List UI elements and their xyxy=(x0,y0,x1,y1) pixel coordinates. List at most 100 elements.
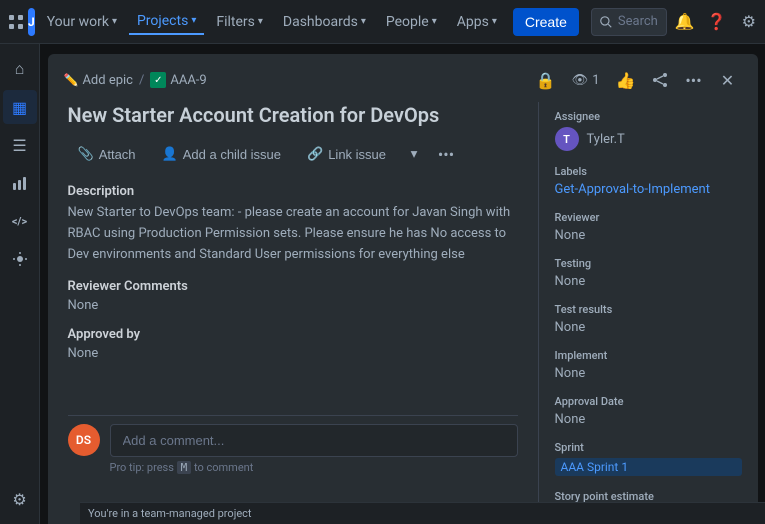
more-icon[interactable]: ••• xyxy=(680,66,708,94)
chevron-down-icon: ▾ xyxy=(191,15,196,26)
labels-field: Labels Get-Approval-to-Implement xyxy=(555,165,742,197)
testing-label: Testing xyxy=(555,257,742,270)
keyboard-shortcut: M xyxy=(177,461,192,474)
assignee-label: Assignee xyxy=(555,110,742,123)
implement-label: Implement xyxy=(555,349,742,362)
comment-input-wrap: Pro tip: press M to comment xyxy=(110,424,518,474)
approved-by-section: Approved by None xyxy=(68,327,518,361)
user-avatar: DS xyxy=(68,424,100,456)
sidebar-code-icon[interactable]: </> xyxy=(3,204,37,238)
app-logo[interactable]: J xyxy=(28,8,35,36)
ticket-type-icon: ✓ xyxy=(150,72,166,88)
grid-icon[interactable] xyxy=(8,8,24,36)
child-icon: 👤 xyxy=(162,146,178,162)
chevron-down-icon: ▾ xyxy=(361,16,366,27)
share-icon[interactable] xyxy=(646,66,674,94)
sidebar-reports-icon[interactable] xyxy=(3,166,37,200)
nav-your-work[interactable]: Your work ▾ xyxy=(39,10,125,34)
nav-dashboards[interactable]: Dashboards ▾ xyxy=(275,10,374,34)
chevron-down-icon: ▾ xyxy=(432,16,437,27)
issue-title: New Starter Account Creation for DevOps xyxy=(68,102,518,128)
reviewer-comments-section: Reviewer Comments None xyxy=(68,279,518,313)
left-panel: New Starter Account Creation for DevOps … xyxy=(48,102,538,524)
search-bar[interactable]: Search xyxy=(591,8,667,36)
approval-date-label: Approval Date xyxy=(555,395,742,408)
modal-topbar: ✏️ Add epic / ✓ AAA-9 🔒 👁 1 👍 xyxy=(48,54,758,102)
approved-by-value: None xyxy=(68,346,518,361)
reviewer-label: Reviewer xyxy=(555,211,742,224)
modal-actions: 🔒 👁 1 👍 ••• ✕ xyxy=(532,66,742,94)
toolbar: 📎 Attach 👤 Add a child issue 🔗 Link issu… xyxy=(68,140,518,168)
top-navigation: J Your work ▾ Projects ▾ Filters ▾ Dashb… xyxy=(0,0,765,44)
sidebar-deploy-icon[interactable] xyxy=(3,242,37,276)
assignee-avatar: T xyxy=(555,127,579,151)
chevron-down-icon: ▾ xyxy=(258,16,263,27)
comment-input[interactable] xyxy=(110,424,518,457)
breadcrumb: ✏️ Add epic / ✓ AAA-9 xyxy=(64,72,207,88)
labels-value[interactable]: Get-Approval-to-Implement xyxy=(555,182,742,197)
sidebar: ⌂ ▦ ☰ </> ⚙ xyxy=(0,44,40,524)
edit-icon: ✏️ xyxy=(64,73,79,87)
description-label: Description xyxy=(68,184,518,199)
lock-icon[interactable]: 🔒 xyxy=(532,66,560,94)
toolbar-more-button[interactable]: ••• xyxy=(432,140,460,168)
sidebar-board-icon[interactable]: ▦ xyxy=(3,90,37,124)
search-icon xyxy=(600,16,612,28)
add-child-issue-button[interactable]: 👤 Add a child issue xyxy=(152,141,291,167)
toolbar-dropdown-button[interactable]: ▾ xyxy=(402,142,426,166)
nav-projects[interactable]: Projects ▾ xyxy=(129,9,204,35)
reviewer-field: Reviewer None xyxy=(555,211,742,243)
sprint-label: Sprint xyxy=(555,441,742,454)
notifications-icon[interactable]: 🔔 xyxy=(671,8,699,36)
modal-overlay: ✏️ Add epic / ✓ AAA-9 🔒 👁 1 👍 xyxy=(40,44,765,524)
close-icon[interactable]: ✕ xyxy=(714,66,742,94)
reviewer-comments-value: None xyxy=(68,298,518,313)
testing-field: Testing None xyxy=(555,257,742,289)
comment-area: DS Pro tip: press M to comment xyxy=(68,415,518,478)
description-section: Description New Starter to DevOps team: … xyxy=(68,184,518,265)
main-content: ✏️ Add epic / ✓ AAA-9 🔒 👁 1 👍 xyxy=(40,44,765,524)
modal-body: New Starter Account Creation for DevOps … xyxy=(48,102,758,524)
sidebar-settings-icon[interactable]: ⚙ xyxy=(3,482,37,516)
implement-value: None xyxy=(555,366,742,381)
issue-modal: ✏️ Add epic / ✓ AAA-9 🔒 👁 1 👍 xyxy=(48,54,758,524)
link-issue-button[interactable]: 🔗 Link issue xyxy=(297,141,396,167)
attach-button[interactable]: 📎 Attach xyxy=(68,141,146,167)
nav-filters[interactable]: Filters ▾ xyxy=(208,10,271,34)
implement-field: Implement None xyxy=(555,349,742,381)
link-icon: 🔗 xyxy=(307,146,323,162)
add-epic-link[interactable]: ✏️ Add epic xyxy=(64,73,133,88)
watch-button[interactable]: 👁 1 xyxy=(566,71,606,90)
sidebar-home-icon[interactable]: ⌂ xyxy=(3,52,37,86)
assignee-value[interactable]: T Tyler.T xyxy=(555,127,742,151)
nav-people[interactable]: People ▾ xyxy=(378,10,445,34)
approval-date-value: None xyxy=(555,412,742,427)
chevron-down-icon: ▾ xyxy=(492,16,497,27)
assignee-name: Tyler.T xyxy=(587,132,625,147)
approval-date-field: Approval Date None xyxy=(555,395,742,427)
nav-icon-group: 🔔 ❓ ⚙ xyxy=(671,8,763,36)
eye-icon: 👁 xyxy=(572,73,589,88)
create-button[interactable]: Create xyxy=(513,8,579,36)
reviewer-comments-label: Reviewer Comments xyxy=(68,279,518,294)
right-panel: Assignee T Tyler.T Labels Get-Approval-t… xyxy=(538,102,758,524)
settings-icon[interactable]: ⚙ xyxy=(735,8,763,36)
thumbs-up-icon[interactable]: 👍 xyxy=(612,66,640,94)
approved-by-label: Approved by xyxy=(68,327,518,342)
chevron-down-icon: ▾ xyxy=(112,16,117,27)
breadcrumb-separator: / xyxy=(139,73,144,88)
testing-value: None xyxy=(555,274,742,289)
nav-apps[interactable]: Apps ▾ xyxy=(449,10,505,34)
test-results-value: None xyxy=(555,320,742,335)
status-bar: You're in a team-managed project xyxy=(80,502,765,524)
sprint-field: Sprint AAA Sprint 1 xyxy=(555,441,742,476)
sidebar-backlog-icon[interactable]: ☰ xyxy=(3,128,37,162)
description-text: New Starter to DevOps team: - please cre… xyxy=(68,203,518,265)
test-results-field: Test results None xyxy=(555,303,742,335)
help-icon[interactable]: ❓ xyxy=(703,8,731,36)
sprint-value[interactable]: AAA Sprint 1 xyxy=(555,458,742,476)
paperclip-icon: 📎 xyxy=(78,146,94,162)
assignee-field: Assignee T Tyler.T xyxy=(555,110,742,151)
labels-label: Labels xyxy=(555,165,742,178)
ticket-id-link[interactable]: ✓ AAA-9 xyxy=(150,72,206,88)
